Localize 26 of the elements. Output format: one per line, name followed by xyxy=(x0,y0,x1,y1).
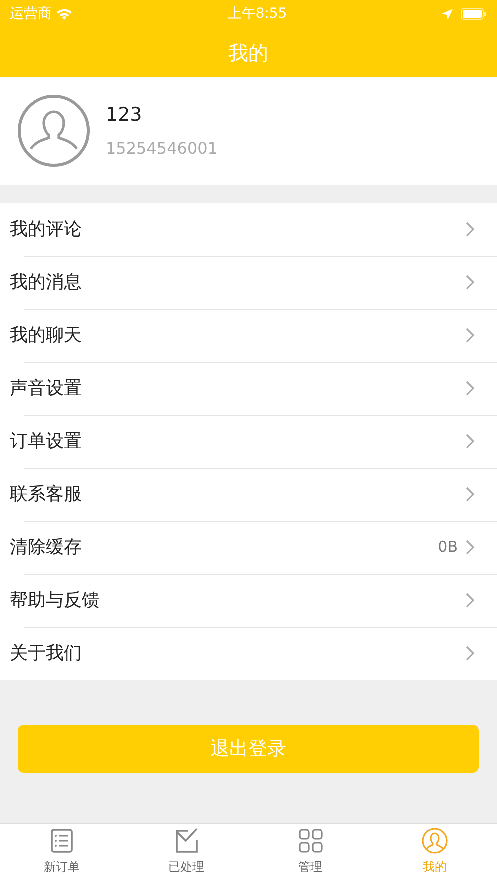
page-title: 我的 xyxy=(228,40,268,66)
wifi-icon xyxy=(56,8,73,20)
chevron-icon xyxy=(466,275,475,290)
location-icon xyxy=(442,8,453,20)
tab[interactable]: 新订单 xyxy=(0,824,124,883)
chevron-icon xyxy=(466,593,475,608)
list-icon xyxy=(49,828,76,854)
chevron-icon xyxy=(466,646,475,661)
phone-number: 15254546001 xyxy=(106,138,218,160)
chevron-icon xyxy=(466,381,475,396)
cache-size: 0B xyxy=(438,537,458,558)
avatar-icon xyxy=(18,95,90,167)
chevron-icon xyxy=(466,328,475,343)
tab[interactable]: 管理 xyxy=(248,824,373,883)
carrier-name: 运营商 xyxy=(10,4,52,24)
grid-icon xyxy=(298,828,324,854)
tab[interactable]: 已处理 xyxy=(124,824,248,883)
chevron-icon xyxy=(466,222,475,237)
checkbox-icon xyxy=(173,828,200,854)
status-time: 上午8:55 xyxy=(228,4,288,24)
user-name: 123 xyxy=(106,102,144,128)
chevron-icon xyxy=(466,487,475,502)
battery-icon xyxy=(460,8,487,20)
chevron-icon xyxy=(466,540,475,555)
chevron-icon xyxy=(466,434,475,449)
avatar-icon xyxy=(422,828,448,854)
